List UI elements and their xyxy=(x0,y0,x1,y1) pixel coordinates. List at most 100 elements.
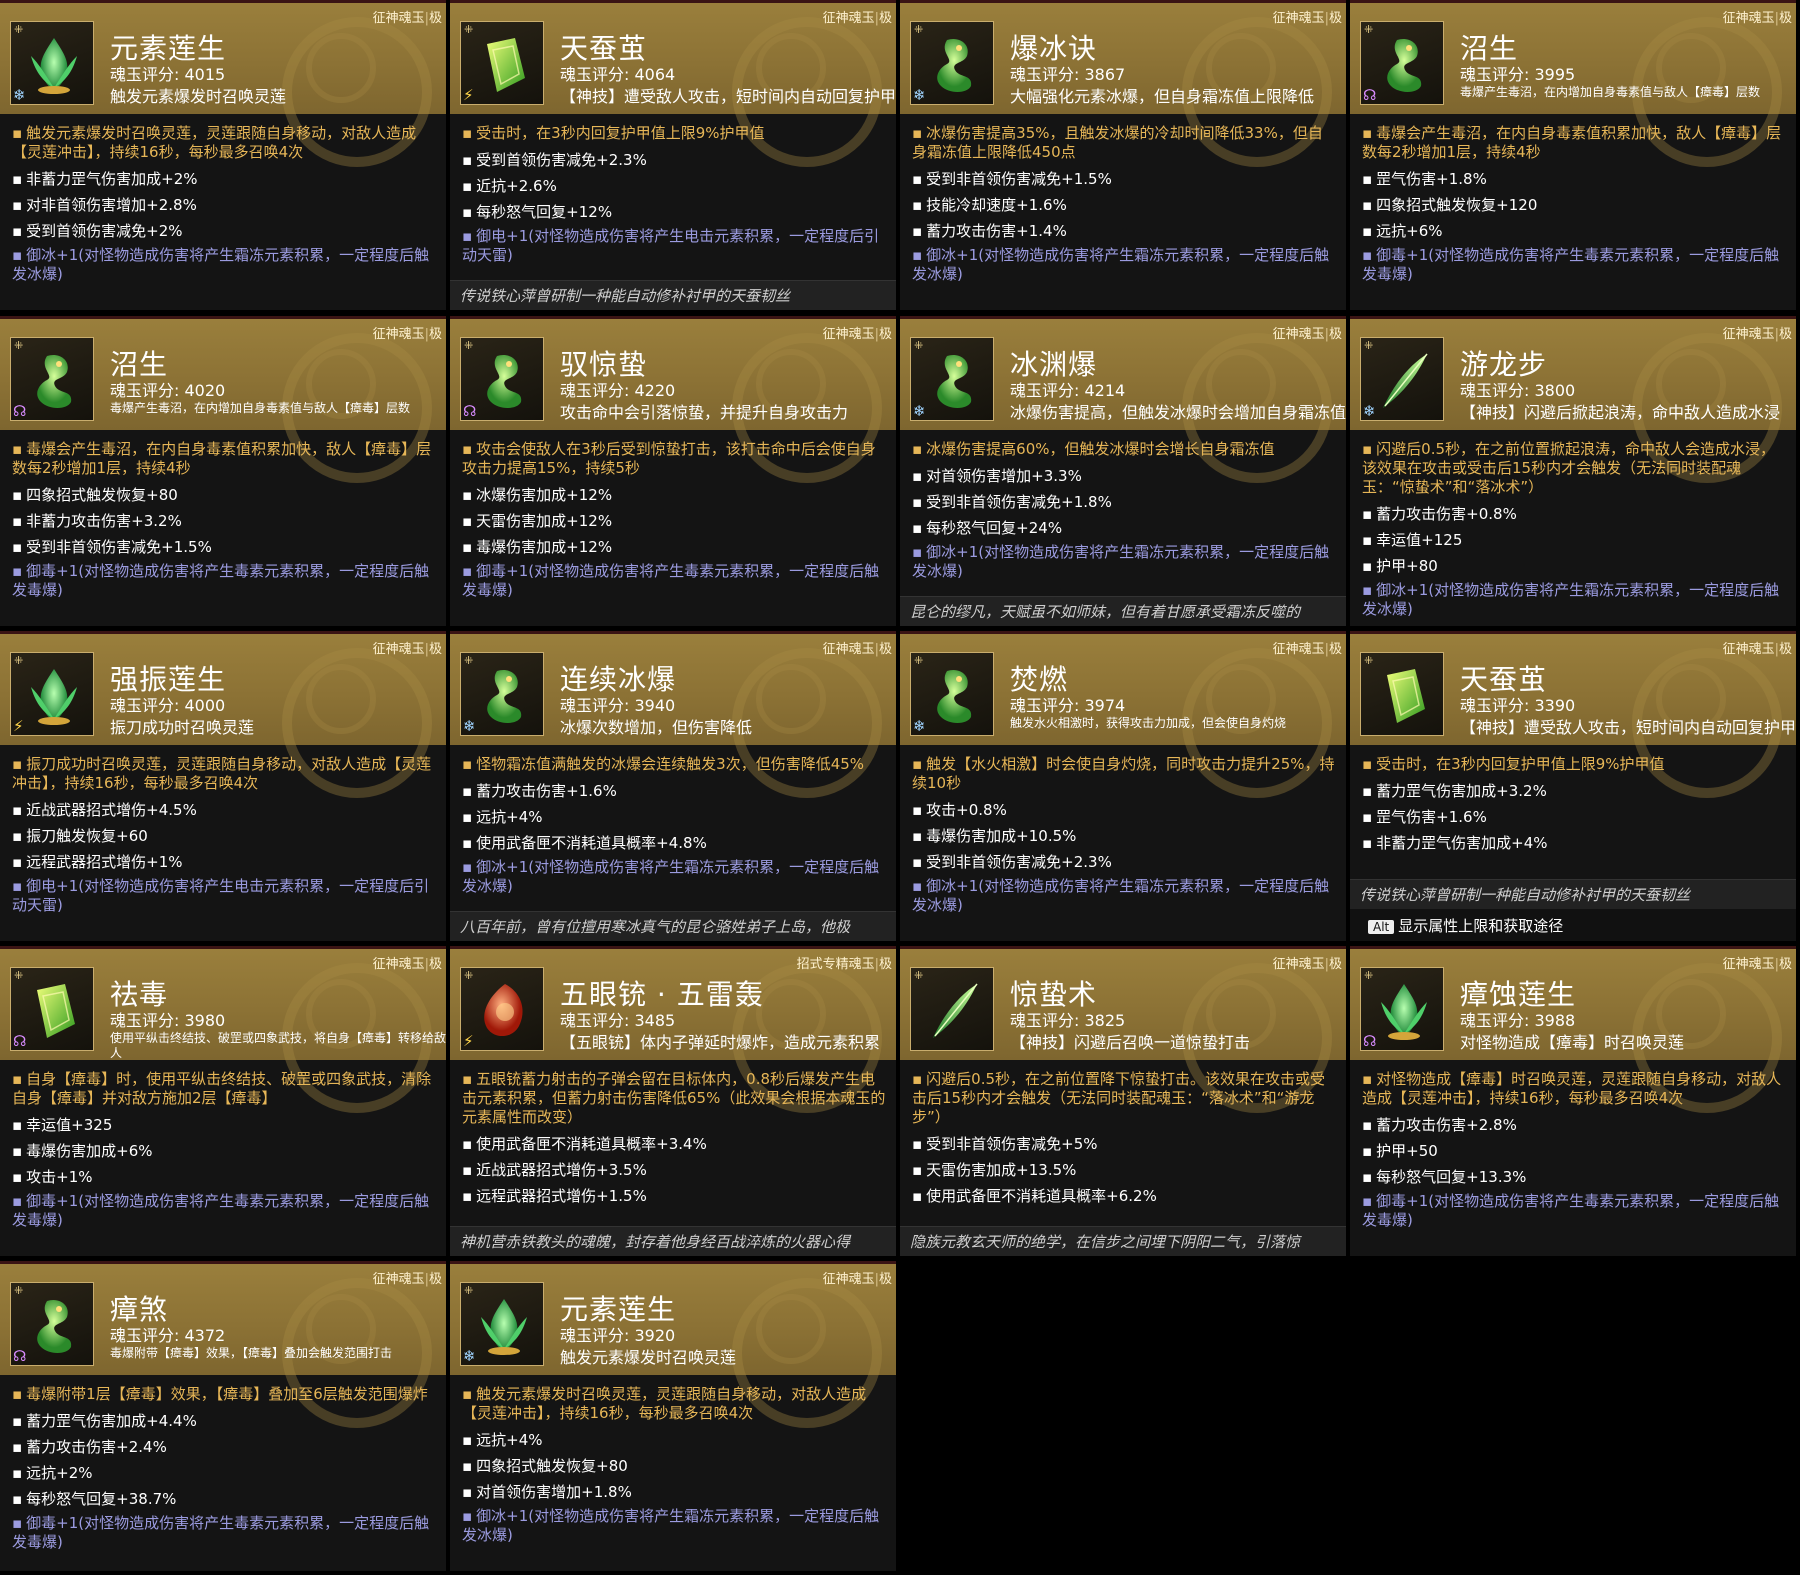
corner-ornament-icon: ⁜ xyxy=(1364,969,1374,982)
main-effect: ▪ 攻击会使敌人在3秒后受到惊蛰打击，该打击命中后会使自身攻击力提高15%，持续5… xyxy=(462,440,876,477)
jade-icon-frame[interactable]: ⁜ ❄ xyxy=(910,337,994,421)
main-effect: ▪ 触发元素爆发时召唤灵莲，灵莲跟随自身移动，对敌人造成【灵莲冲击】，持续16秒，… xyxy=(462,1385,867,1422)
jade-summary: 毒爆附带【瘴毒】效果，【瘴毒】叠加会触发范围打击 xyxy=(110,1346,393,1360)
soul-jade-card[interactable]: 征神魂玉|极 ⁜ ☊ 沼生 魂玉评分: 3995 毒爆产生毒沼，在内增加自身毒素值与敌人【… xyxy=(1350,0,1798,312)
jade-icon-frame[interactable]: ⁜ xyxy=(910,967,994,1051)
soul-jade-card[interactable]: 征神魂玉|极 ⁜ ☊ 沼生 魂玉评分: 4020 毒爆产生毒沼，在内增加自身毒素值与敌人【… xyxy=(0,316,448,628)
snowflake-icon: ❄ xyxy=(463,1347,476,1365)
main-effect: ▪ 五眼铳蓄力射击的子弹会留在目标体内，0.8秒后爆发产生电击元素积累，但蓄力射击… xyxy=(462,1070,886,1126)
poison-bubble-icon: ☊ xyxy=(463,402,477,420)
soul-jade-card[interactable]: 征神魂玉|极 ⁜ ☊ 祛毒 魂玉评分: 3980 使用平纵击终结技、破罡或四象武技，将自身… xyxy=(0,946,448,1258)
jade-icon-frame[interactable]: ⁜ ⚡ xyxy=(460,21,544,105)
soul-jade-card-grid: 征神魂玉|极 ⁜ ❄ 元素莲生 魂玉评分: 4015 触发元素爆发时召唤灵莲 ▪ 触发元素爆发… xyxy=(0,0,1800,1575)
card-body: ▪ 五眼铳蓄力射击的子弹会留在目标体内，0.8秒后爆发产生电击元素积累，但蓄力射击… xyxy=(450,1060,896,1209)
soul-jade-card[interactable]: 征神魂玉|极 ⁜ ☊ 瘴煞 魂玉评分: 4372 毒爆附带【瘴毒】效果，【瘴毒】叠加会触发… xyxy=(0,1261,448,1573)
soul-jade-card[interactable]: 征神魂玉|极 ⁜ ❄ 连续冰爆 魂玉评分: 3940 冰爆次数增加，但伤害降低 ▪ 怪物霜冻值… xyxy=(450,631,898,943)
stat-line: ▪ 非蓄力罡气伤害加成+2% xyxy=(12,170,198,188)
jade-gem-icon xyxy=(475,34,533,96)
card-body: ▪ 毒爆附带1层【瘴毒】效果，【瘴毒】叠加至6层触发范围爆炸 ▪ 蓄力罡气伤害加成+4… xyxy=(0,1375,446,1552)
flavor-text: 传说铁心萍曾研制一种能自动修补衬甲的天蚕韧丝 xyxy=(450,280,896,310)
jade-gem-icon xyxy=(925,34,983,96)
jade-type-tag: 征神魂玉|极 xyxy=(1722,642,1792,657)
card-body: ▪ 怪物霜冻值满触发的冰爆会连续触发3次，但伤害降低45% ▪ 蓄力攻击伤害+1.6%… xyxy=(450,745,896,896)
header-ornament xyxy=(306,33,376,103)
poison-bubble-icon: ☊ xyxy=(13,402,27,420)
jade-summary: 攻击命中会引落惊蛰，并提升自身攻击力 xyxy=(560,403,849,422)
set-bonus: ▪ 御电+1(对怪物造成伤害将产生电击元素积累，一定程度后引动天雷) xyxy=(462,227,880,264)
set-bonus: ▪ 御毒+1(对怪物造成伤害将产生毒素元素积累，一定程度后触发毒爆) xyxy=(12,1514,430,1551)
jade-gem-icon xyxy=(475,350,533,412)
jade-icon-frame[interactable]: ⁜ ❄ xyxy=(460,1282,544,1366)
jade-icon-frame[interactable]: ⁜ ☊ xyxy=(10,967,94,1051)
jade-icon-frame[interactable]: ⁜ ⚡ xyxy=(460,967,544,1051)
jade-icon-frame[interactable]: ⁜ ❄ xyxy=(910,21,994,105)
soul-jade-card[interactable]: 招式专精魂玉|极 ⁜ ⚡ 五眼铳 · 五雷轰 魂玉评分: 3485 【五眼铳】体内子弹延时… xyxy=(450,946,898,1258)
soul-jade-card[interactable]: 征神魂玉|极 ⁜ ❄ 焚燃 魂玉评分: 3974 触发水火相激时，获得攻击力加成，但会使自… xyxy=(900,631,1348,943)
soul-jade-card[interactable]: 征神魂玉|极 ⁜ ⚡ 强振莲生 魂玉评分: 4000 振刀成功时召唤灵莲 ▪ 振刀成功时召唤灵… xyxy=(0,631,448,943)
jade-gem-icon xyxy=(1375,980,1433,1042)
lightning-icon: ⚡ xyxy=(463,86,474,104)
flavor-text: 八百年前，曾有位擅用寒冰真气的昆仑骆姓弟子上岛，他极 xyxy=(450,911,896,941)
set-bonus: ▪ 御毒+1(对怪物造成伤害将产生毒素元素积累，一定程度后触发毒爆) xyxy=(12,562,430,599)
jade-icon-frame[interactable]: ⁜ ☊ xyxy=(460,337,544,421)
jade-type-tag: 征神魂玉|极 xyxy=(1722,11,1792,26)
stat-line: ▪ 蓄力罡气伤害加成+3.2% xyxy=(1362,782,1547,800)
jade-icon-frame[interactable]: ⁜ ❄ xyxy=(1360,337,1444,421)
corner-ornament-icon: ⁜ xyxy=(914,23,924,36)
alt-hint-text: 显示属性上限和获取途径 xyxy=(1398,917,1564,935)
soul-jade-card[interactable]: 征神魂玉|极 ⁜ ❄ 爆冰诀 魂玉评分: 3867 大幅强化元素冰爆，但自身霜冻值上限降低… xyxy=(900,0,1348,312)
jade-icon-frame[interactable]: ⁜ ⚡ xyxy=(10,652,94,736)
flavor-text: 传说铁心萍曾研制一种能自动修补衬甲的天蚕韧丝 xyxy=(1350,879,1796,909)
jade-score: 魂玉评分: 3867 xyxy=(1010,65,1126,84)
poison-bubble-icon: ☊ xyxy=(1363,1032,1377,1050)
jade-score: 魂玉评分: 4020 xyxy=(110,381,226,400)
card-header: 征神魂玉|极 ⁜ ☊ 瘴煞 魂玉评分: 4372 毒爆附带【瘴毒】效果，【瘴毒】叠加会触发… xyxy=(0,1264,446,1428)
soul-jade-card[interactable]: 征神魂玉|极 ⁜ ❄ 元素莲生 魂玉评分: 4015 触发元素爆发时召唤灵莲 ▪ 触发元素爆发… xyxy=(0,0,448,312)
jade-icon-frame[interactable]: ⁜ xyxy=(1360,652,1444,736)
card-header: 征神魂玉|极 ⁜ ❄ 冰渊爆 魂玉评分: 4214 冰爆伤害提高，但触发冰爆时会增加自身霜… xyxy=(900,319,1346,483)
set-bonus: ▪ 御电+1(对怪物造成伤害将产生电击元素积累，一定程度后引动天雷) xyxy=(12,877,430,914)
stat-line: ▪ 攻击+1% xyxy=(12,1168,93,1186)
stat-line: ▪ 受到非首领伤害减免+1.8% xyxy=(912,493,1112,511)
main-effect: ▪ 振刀成功时召唤灵莲，灵莲跟随自身移动，对敌人造成【灵莲冲击】，持续16秒，每秒… xyxy=(12,755,432,792)
jade-score: 魂玉评分: 3988 xyxy=(1460,1011,1576,1030)
stat-line: ▪ 非蓄力攻击伤害+3.2% xyxy=(12,512,182,530)
jade-icon-frame[interactable]: ⁜ ❄ xyxy=(910,652,994,736)
soul-jade-card[interactable]: 征神魂玉|极 ⁜ 天蚕茧 魂玉评分: 3390 【神技】遭受敌人攻击，短时间内自动回复护… xyxy=(1350,631,1798,943)
stat-line: ▪ 受到非首领伤害减免+5% xyxy=(912,1135,1098,1153)
jade-summary: 毒爆产生毒沼，在内增加自身毒素值与敌人【瘴毒】层数 xyxy=(1460,85,1761,99)
jade-icon-frame[interactable]: ⁜ ☊ xyxy=(10,337,94,421)
jade-type-tag: 征神魂玉|极 xyxy=(372,11,442,26)
card-header: 征神魂玉|极 ⁜ ☊ 沼生 魂玉评分: 3995 毒爆产生毒沼，在内增加自身毒素值与敌人【… xyxy=(1350,3,1796,167)
stat-line: ▪ 每秒怒气回复+12% xyxy=(462,203,613,221)
stat-line: ▪ 对非首领伤害增加+2.8% xyxy=(12,196,197,214)
jade-score: 魂玉评分: 4064 xyxy=(560,65,676,84)
soul-jade-card[interactable]: 征神魂玉|极 ⁜ ❄ 冰渊爆 魂玉评分: 4214 冰爆伤害提高，但触发冰爆时会增加自身霜… xyxy=(900,316,1348,628)
jade-score: 魂玉评分: 3800 xyxy=(1460,381,1576,400)
jade-icon-frame[interactable]: ⁜ ☊ xyxy=(1360,967,1444,1051)
jade-type-tag: 招式专精魂玉|极 xyxy=(796,957,892,972)
soul-jade-card[interactable]: 征神魂玉|极 ⁜ ⚡ 天蚕茧 魂玉评分: 4064 【神技】遭受敌人攻击，短时间内自动回复… xyxy=(450,0,898,312)
stat-line: ▪ 冰爆伤害加成+12% xyxy=(462,486,613,504)
soul-jade-card[interactable]: 征神魂玉|极 ⁜ ☊ 驭惊蛰 魂玉评分: 4220 攻击命中会引落惊蛰，并提升自身攻击力 ▪… xyxy=(450,316,898,628)
lightning-icon: ⚡ xyxy=(13,717,24,735)
stat-line: ▪ 蓄力攻击伤害+1.6% xyxy=(462,782,617,800)
corner-ornament-icon: ⁜ xyxy=(1364,339,1374,352)
main-effect: ▪ 对怪物造成【瘴毒】时召唤灵莲，灵莲跟随自身移动，对敌人造成【灵莲冲击】，持续1… xyxy=(1362,1070,1782,1107)
jade-icon-frame[interactable]: ⁜ ☊ xyxy=(10,1282,94,1366)
jade-summary: 大幅强化元素冰爆，但自身霜冻值上限降低 xyxy=(1010,87,1315,106)
jade-summary: 触发水火相激时，获得攻击力加成，但会使自身灼烧 xyxy=(1010,716,1287,730)
stat-line: ▪ 四象招式触发恢复+120 xyxy=(1362,196,1538,214)
jade-icon-frame[interactable]: ⁜ ☊ xyxy=(1360,21,1444,105)
soul-jade-card[interactable]: 征神魂玉|极 ⁜ ☊ 瘴蚀莲生 魂玉评分: 3988 对怪物造成【瘴毒】时召唤灵莲 ▪ 对怪物… xyxy=(1350,946,1798,1258)
soul-jade-card[interactable]: 征神魂玉|极 ⁜ ❄ 元素莲生 魂玉评分: 3920 触发元素爆发时召唤灵莲 ▪ 触发元素爆发… xyxy=(450,1261,898,1573)
jade-icon-frame[interactable]: ⁜ ❄ xyxy=(460,652,544,736)
soul-jade-card[interactable]: 征神魂玉|极 ⁜ ❄ 游龙步 魂玉评分: 3800 【神技】闪避后掀起浪涛，命中敌人造成水… xyxy=(1350,316,1798,628)
stat-line: ▪ 毒爆伤害加成+6% xyxy=(12,1142,153,1160)
stat-line: ▪ 蓄力攻击伤害+2.8% xyxy=(1362,1116,1517,1134)
card-body: ▪ 毒爆会产生毒沼，在内自身毒素值积累加快，敌人【瘴毒】层数每2秒增加1层，持续4… xyxy=(1350,114,1796,284)
jade-score: 魂玉评分: 3920 xyxy=(560,1326,676,1345)
jade-icon-frame[interactable]: ⁜ ❄ xyxy=(10,21,94,105)
jade-summary: 【五眼铳】体内子弹延时爆炸，造成元素积累 xyxy=(560,1033,881,1052)
soul-jade-card[interactable]: 征神魂玉|极 ⁜ 惊蛰术 魂玉评分: 3825 【神技】闪避后召唤一道惊蛰打击 ▪ 闪避后0… xyxy=(900,946,1348,1258)
